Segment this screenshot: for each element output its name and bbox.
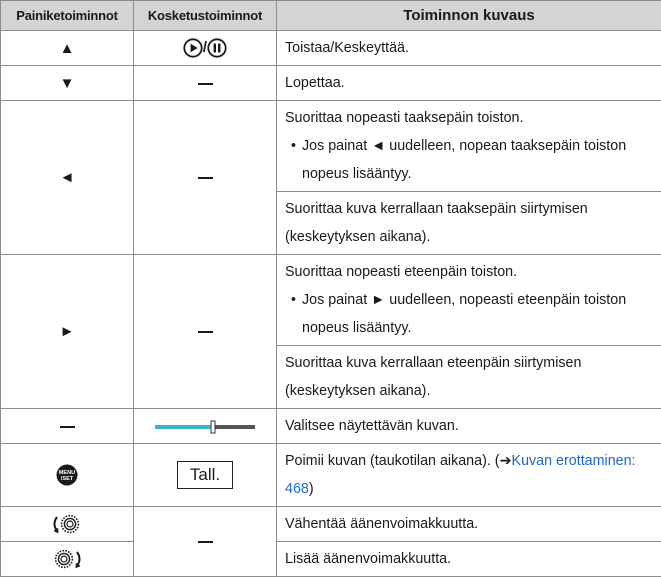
button-up-arrow: ▲ — [1, 31, 134, 66]
header-touch-operations: Kosketustoiminnot — [134, 1, 277, 31]
button-right-arrow: ► — [1, 255, 134, 409]
table-row-play: ▲ / Toistaa/Keskeyttää. — [1, 31, 661, 66]
desc-save-close: ) — [309, 481, 314, 497]
table-row-volume-up: Lisää äänenvoimakkuutta. — [1, 542, 661, 577]
touch-slider — [134, 409, 277, 444]
desc-forward-frame: Suorittaa kuva kerrallaan eteenpäin siir… — [277, 346, 661, 409]
desc-select-image: Valitsee näytettävän kuvan. — [277, 409, 661, 444]
playback-operations-table: Painiketoiminnot Kosketustoiminnot Toimi… — [0, 0, 661, 577]
table-row-select-image: Valitsee näytettävän kuvan. — [1, 409, 661, 444]
button-menu-set: MENU /SET — [1, 444, 134, 507]
button-dial-left — [1, 507, 134, 542]
desc-forward-fast: Suorittaa nopeasti eteenpäin toiston. Jo… — [277, 255, 661, 346]
button-left-arrow: ◄ — [1, 101, 134, 255]
dash-icon — [198, 331, 213, 333]
touch-play-pause: / — [134, 31, 277, 66]
table-header-row: Painiketoiminnot Kosketustoiminnot Toimi… — [1, 1, 661, 31]
desc-save-frame: Poimii kuvan (taukotilan aikana). (➔Kuva… — [277, 444, 661, 507]
table-row-rewind-fast: ◄ Suorittaa nopeasti taaksepäin toiston.… — [1, 101, 661, 192]
touch-none-dash — [134, 66, 277, 101]
button-dial-right — [1, 542, 134, 577]
dash-icon — [198, 83, 213, 85]
slider-bar-icon[interactable] — [155, 420, 255, 434]
desc-rewind-frame: Suorittaa kuva kerrallaan taaksepäin sii… — [277, 192, 661, 255]
touch-none-dash — [134, 255, 277, 409]
dash-icon — [60, 426, 75, 428]
pause-icon — [207, 38, 227, 58]
menu-set-label-bottom: /SET — [61, 476, 74, 482]
rewind-bullet-note: Jos painat ◄ uudelleen, nopean taaksepäi… — [285, 132, 653, 188]
dial-left-icon — [49, 513, 85, 535]
touch-none-dash — [134, 101, 277, 255]
header-button-operations: Painiketoiminnot — [1, 1, 134, 31]
desc-volume-up: Lisää äänenvoimakkuutta. — [277, 542, 661, 577]
desc-save-text: Poimii kuvan (taukotilan aikana). ( — [285, 453, 500, 469]
arrow-icon: ➔ — [500, 453, 512, 469]
header-description: Toiminnon kuvaus — [277, 1, 661, 31]
button-down-arrow: ▼ — [1, 66, 134, 101]
menu-set-button-icon: MENU /SET — [56, 464, 78, 486]
dash-icon — [198, 541, 213, 543]
dial-right-icon — [49, 548, 85, 570]
table-row-save-frame: MENU /SET Tall. Poimii kuvan (taukotilan… — [1, 444, 661, 507]
desc-rewind-line: Suorittaa nopeasti taaksepäin toiston. — [285, 110, 523, 126]
table-row-forward-fast: ► Suorittaa nopeasti eteenpäin toiston. … — [1, 255, 661, 346]
table-row-stop: ▼ Lopettaa. — [1, 66, 661, 101]
touch-none-dash — [134, 507, 277, 577]
play-icon — [183, 38, 203, 58]
slider-knob — [211, 421, 215, 433]
button-none-dash — [1, 409, 134, 444]
desc-rewind-fast: Suorittaa nopeasti taaksepäin toiston. J… — [277, 101, 661, 192]
dash-icon — [198, 177, 213, 179]
desc-forward-line: Suorittaa nopeasti eteenpäin toiston. — [285, 264, 517, 280]
desc-stop: Lopettaa. — [277, 66, 661, 101]
touch-save: Tall. — [134, 444, 277, 507]
desc-play: Toistaa/Keskeyttää. — [277, 31, 661, 66]
table-row-volume-down: Vähentää äänenvoimakkuutta. — [1, 507, 661, 542]
desc-volume-down: Vähentää äänenvoimakkuutta. — [277, 507, 661, 542]
forward-bullet-note: Jos painat ► uudelleen, nopeasti eteenpä… — [285, 286, 653, 342]
slider-track-fill — [155, 425, 213, 429]
tall-button[interactable]: Tall. — [177, 461, 233, 489]
